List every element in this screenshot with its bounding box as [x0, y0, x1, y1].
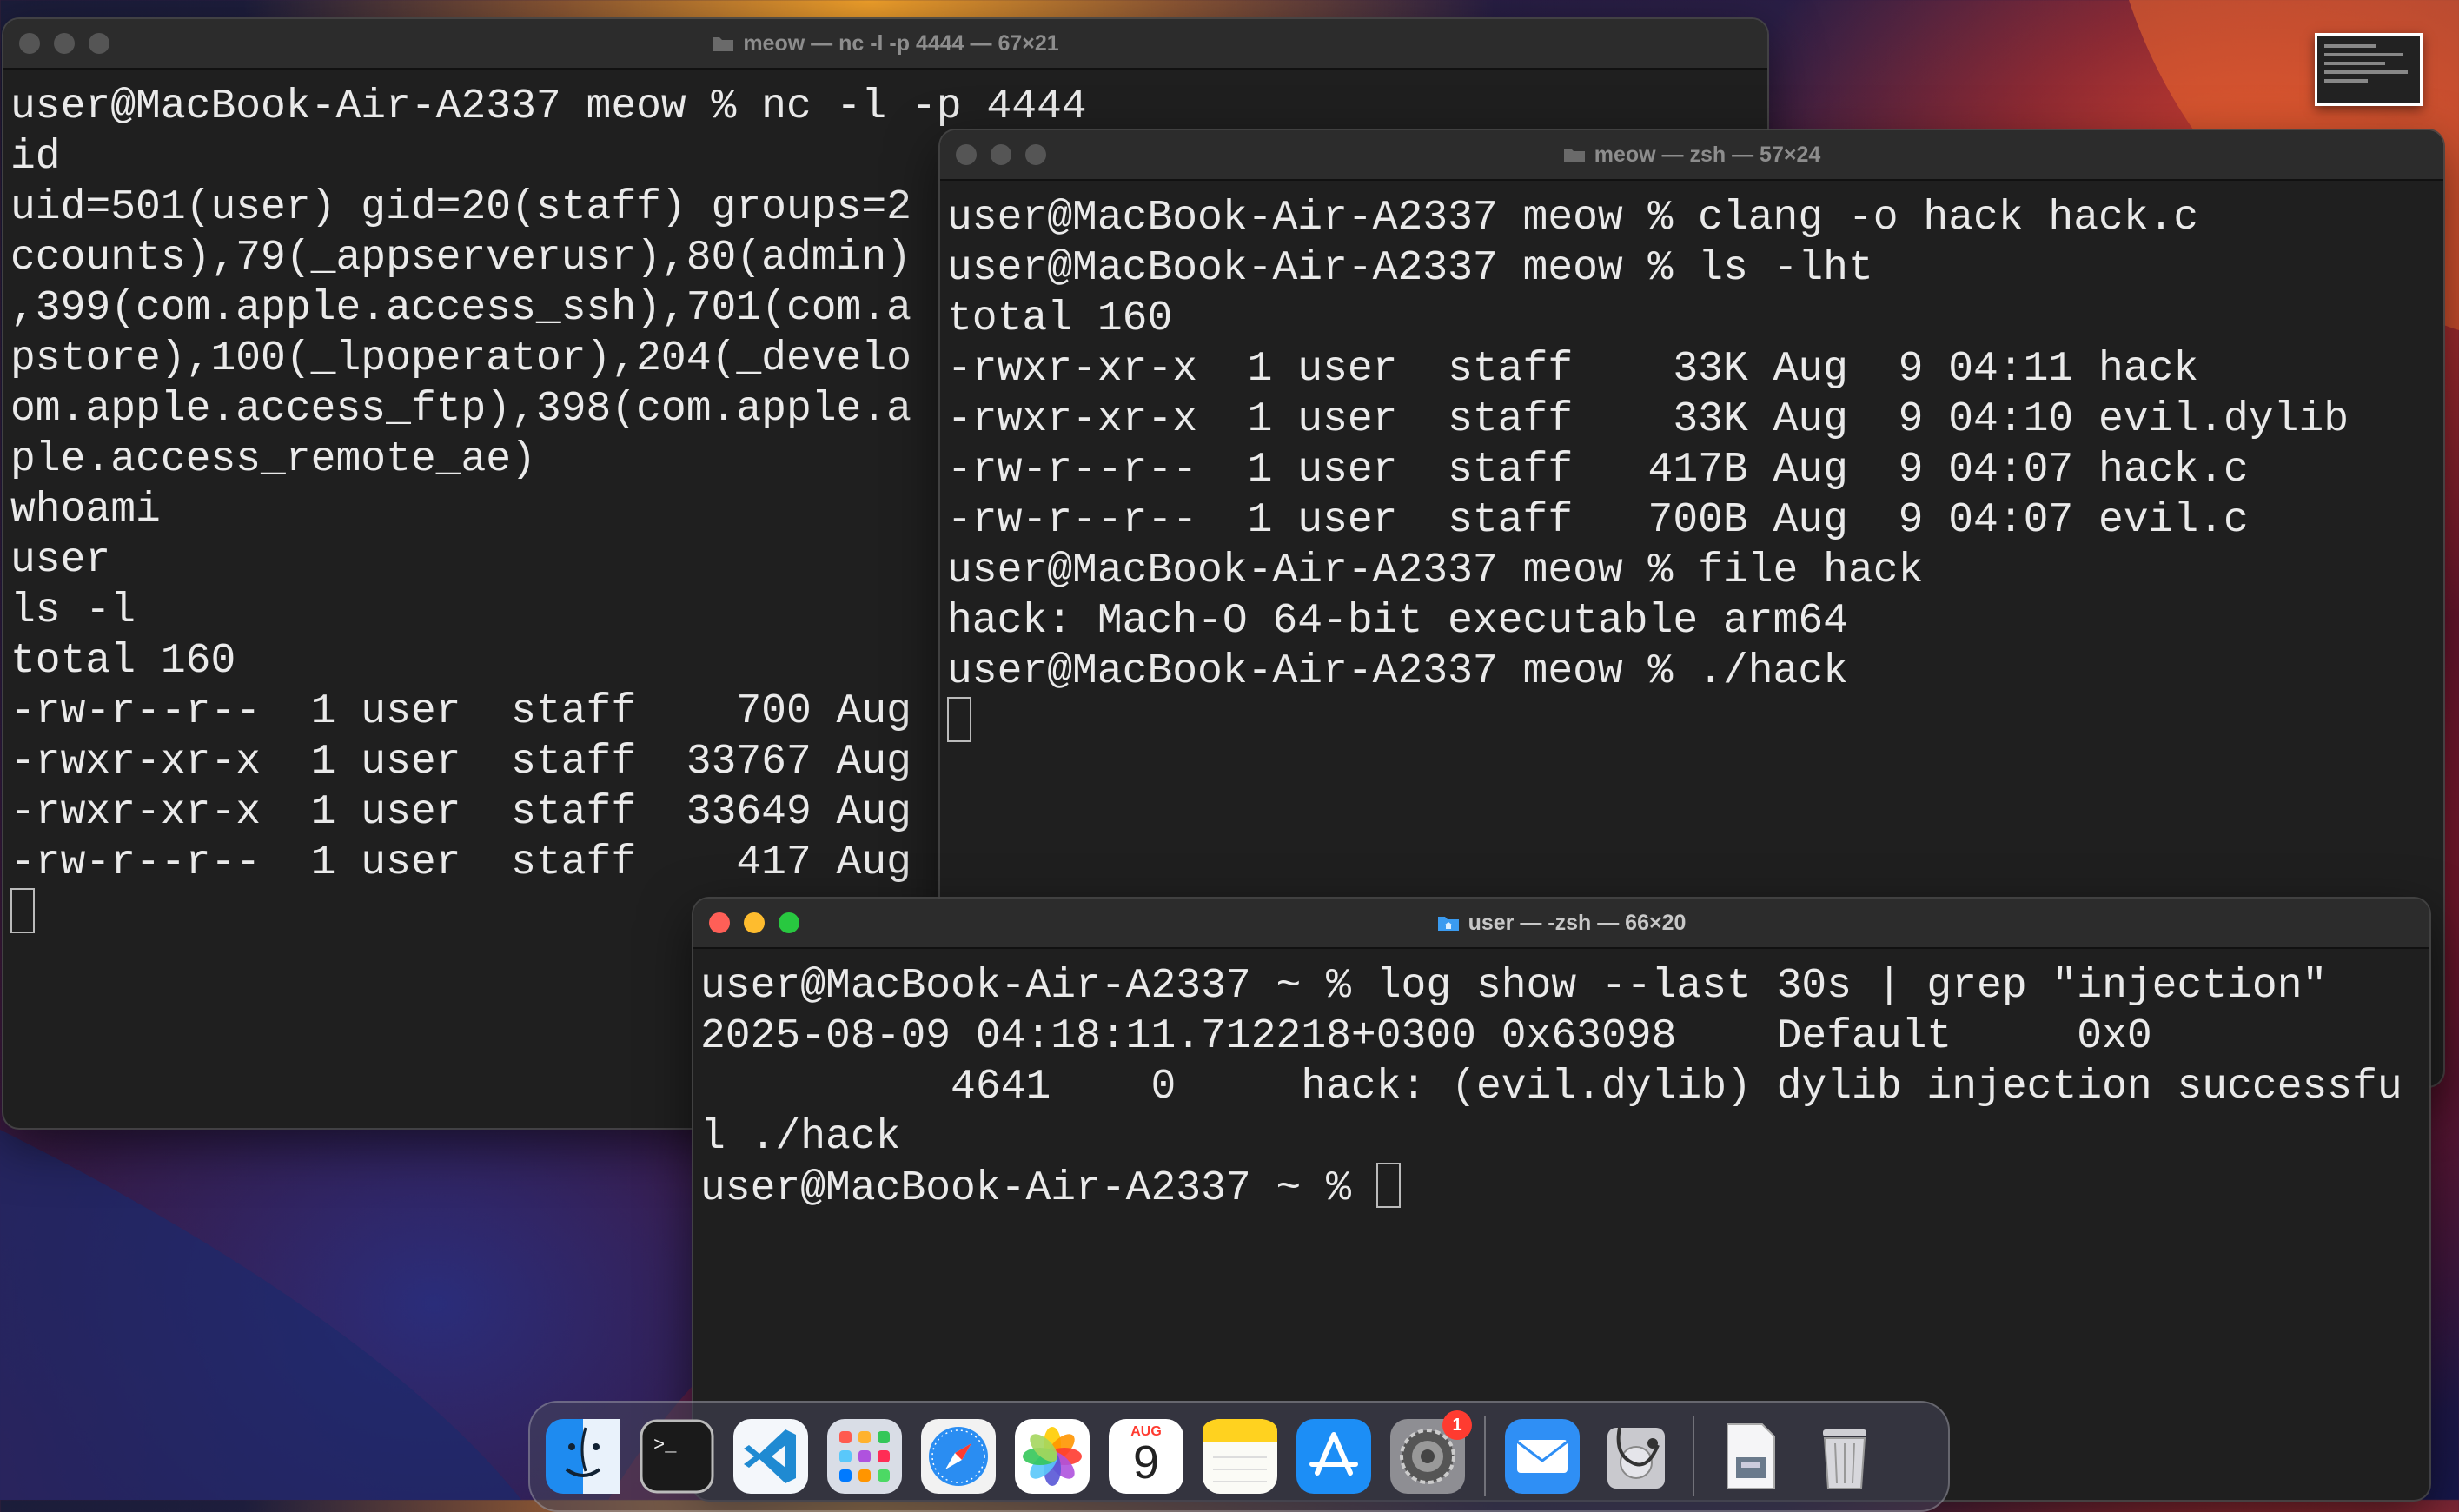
terminal-line: user [10, 537, 111, 584]
terminal-line: user@MacBook-Air-A2337 meow % ls -lht [947, 245, 1873, 292]
folder-icon [1563, 149, 1585, 162]
text-cursor [947, 697, 971, 742]
terminal-line: -rw-r--r-- 1 user staff 417B Aug 9 04:07… [947, 447, 2249, 494]
text-cursor [10, 888, 35, 933]
terminal-line: -rwxr-xr-x 1 user staff 33K Aug 9 04:10 … [947, 396, 2350, 443]
terminal-line: pstore),100(_lpoperator),204(_develo [10, 335, 911, 382]
terminal-line: -rwxr-xr-x 1 user staff 33649 Aug [10, 789, 911, 836]
terminal-line: ls -l [10, 587, 136, 634]
close-button[interactable] [709, 912, 730, 933]
terminal-line: ple.access_remote_ae) [10, 436, 536, 483]
text-cursor [1375, 1163, 1401, 1208]
terminal-line: -rw-r--r-- 1 user staff 700B Aug 9 04:07… [947, 497, 2249, 544]
terminal-line: l ./hack [700, 1114, 901, 1161]
close-button[interactable] [956, 144, 977, 165]
launchpad-icon[interactable] [827, 1419, 902, 1494]
terminal-line: user@MacBook-Air-A2337 ~ % log show --la… [700, 963, 2328, 1010]
window-thumbnail[interactable] [2315, 33, 2423, 106]
terminal-line: ,399(com.apple.access_ssh),701(com.a [10, 285, 911, 332]
terminal-line: whoami [10, 487, 161, 534]
calendar-day: 9 [1132, 1436, 1160, 1489]
window-controls [709, 899, 799, 947]
appstore-icon[interactable] [1296, 1419, 1371, 1494]
folder-icon [713, 37, 734, 51]
svg-text:>_: >_ [653, 1435, 677, 1456]
window-title-text: user — -zsh — 66×20 [1468, 910, 1687, 935]
trash-icon[interactable] [1807, 1419, 1882, 1494]
terminal-line: 2025-08-09 04:18:11.712218+0300 0x63098 … [700, 1013, 2152, 1060]
home-folder-icon [1437, 917, 1459, 931]
finder-icon[interactable] [546, 1419, 620, 1494]
window-controls [19, 19, 109, 68]
terminal-line: ccounts),79(_appserverusr),80(admin) [10, 235, 911, 282]
terminal-line: -rwxr-xr-x 1 user staff 33K Aug 9 04:11 … [947, 346, 2199, 393]
terminal-line: -rwxr-xr-x 1 user staff 33767 Aug [10, 739, 911, 786]
title-bar[interactable]: meow — nc -l -p 4444 — 67×21 [3, 19, 1767, 70]
dock-separator [1693, 1416, 1694, 1496]
window-title-text: meow — zsh — 57×24 [1594, 142, 1821, 167]
terminal-icon[interactable]: >_ [640, 1419, 714, 1494]
calendar-icon[interactable]: AUG 9 [1109, 1419, 1183, 1494]
terminal-line: -rw-r--r-- 1 user staff 417 Aug [10, 839, 911, 886]
terminal-line: 4641 0 hack: (evil.dylib) dylib injectio… [700, 1064, 2403, 1111]
title-bar[interactable]: meow — zsh — 57×24 [940, 130, 2443, 181]
notes-icon[interactable] [1203, 1419, 1277, 1494]
settings-icon[interactable]: 1 [1390, 1410, 1472, 1494]
mail-icon[interactable] [1505, 1419, 1580, 1494]
terminal-line: -rw-r--r-- 1 user staff 700 Aug [10, 688, 911, 735]
safari-icon[interactable] [921, 1419, 996, 1494]
window-controls [956, 130, 1046, 179]
vscode-icon[interactable] [733, 1419, 808, 1494]
minimize-button[interactable] [991, 144, 1011, 165]
zoom-button[interactable] [89, 33, 109, 54]
downloads-icon[interactable] [1713, 1419, 1788, 1494]
terminal-line: id [10, 134, 61, 181]
terminal-line: user@MacBook-Air-A2337 meow % ./hack [947, 648, 1848, 695]
terminal-line: user@MacBook-Air-A2337 meow % file hack [947, 547, 1924, 594]
dock: >_ AUG 9 1 [528, 1401, 1950, 1512]
zoom-button[interactable] [779, 912, 799, 933]
window-title: user — -zsh — 66×20 [1437, 910, 1687, 936]
terminal-prompt: user@MacBook-Air-A2337 ~ % [700, 1165, 1376, 1212]
window-title: meow — zsh — 57×24 [1563, 142, 1821, 168]
terminal-output[interactable]: user@MacBook-Air-A2337 ~ % log show --la… [693, 949, 2429, 1214]
terminal-line: total 160 [10, 638, 236, 685]
title-bar[interactable]: user — -zsh — 66×20 [693, 899, 2429, 949]
photos-icon[interactable] [1015, 1419, 1090, 1494]
terminal-line: uid=501(user) gid=20(staff) groups=2 [10, 184, 911, 231]
terminal-line: hack: Mach-O 64-bit executable arm64 [947, 598, 1848, 645]
close-button[interactable] [19, 33, 40, 54]
terminal-line: om.apple.access_ftp),398(com.apple.a [10, 386, 911, 433]
dock-separator [1484, 1416, 1486, 1496]
minimize-button[interactable] [54, 33, 75, 54]
window-title-text: meow — nc -l -p 4444 — 67×21 [743, 30, 1059, 56]
terminal-output[interactable]: user@MacBook-Air-A2337 meow % clang -o h… [940, 181, 2443, 748]
zoom-button[interactable] [1025, 144, 1046, 165]
terminal-line: user@MacBook-Air-A2337 meow % clang -o h… [947, 195, 2199, 242]
terminal-line: total 160 [947, 295, 1173, 342]
notification-badge: 1 [1442, 1410, 1472, 1440]
disk-utility-icon[interactable] [1599, 1419, 1674, 1494]
minimize-button[interactable] [744, 912, 765, 933]
window-title: meow — nc -l -p 4444 — 67×21 [712, 30, 1059, 56]
terminal-line: user@MacBook-Air-A2337 meow % nc -l -p 4… [10, 83, 1087, 130]
